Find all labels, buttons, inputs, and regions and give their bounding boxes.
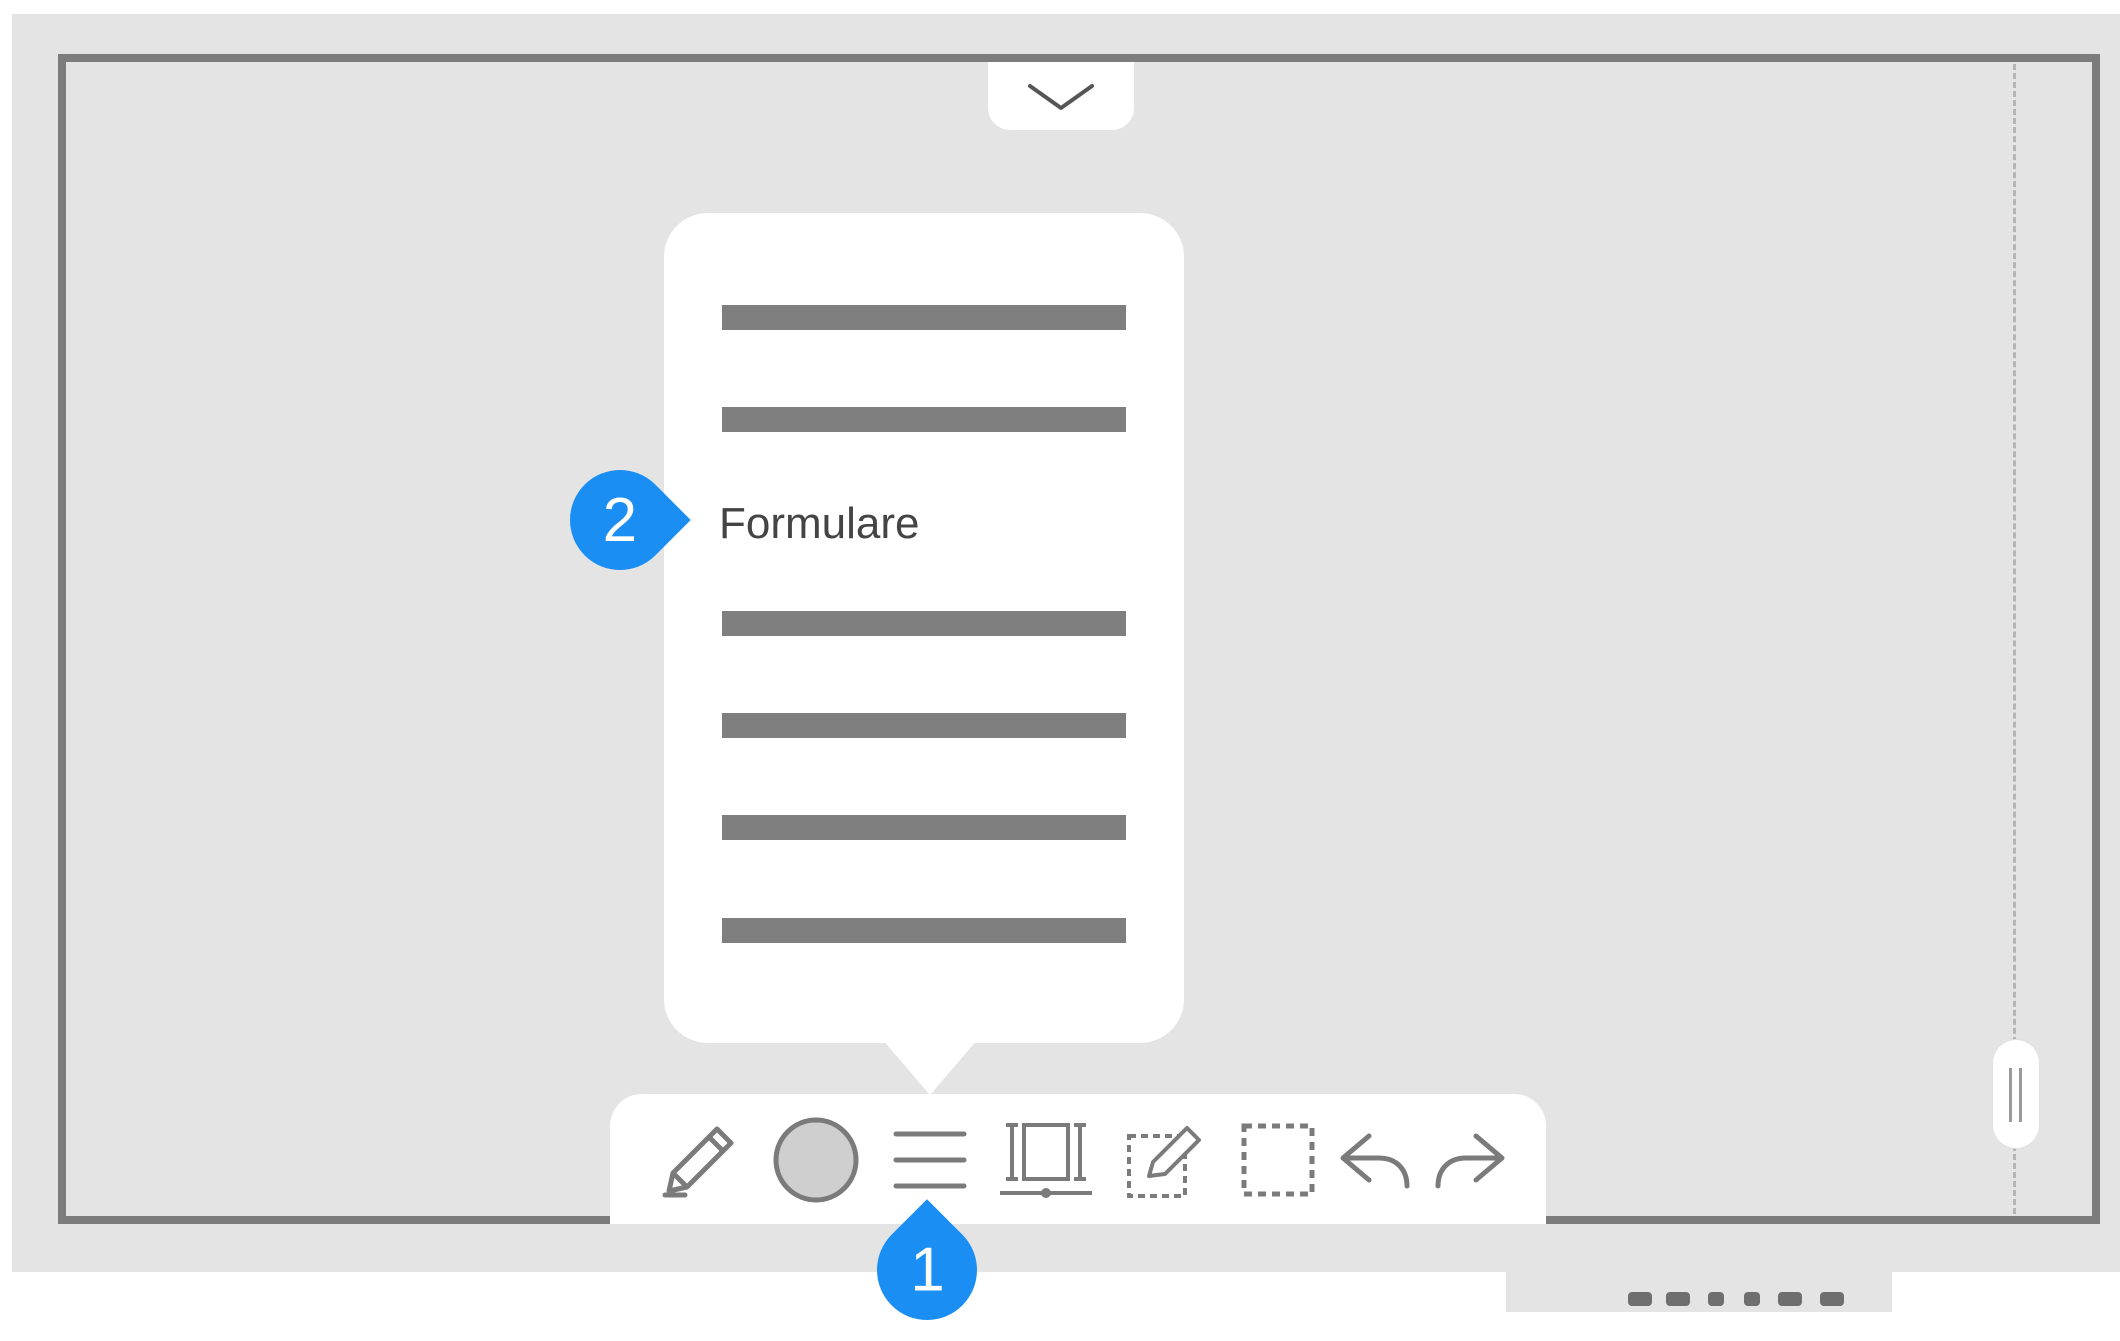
pen-tool-button[interactable] [650, 1110, 750, 1210]
menu-item-redacted[interactable] [722, 713, 1126, 738]
page-indicator-dot [1820, 1292, 1844, 1306]
redo-icon [1435, 1133, 1505, 1189]
popup-pointer [870, 1025, 990, 1095]
page-indicator-dot [1744, 1292, 1760, 1306]
callout-number: 2 [602, 485, 638, 555]
page-width-button[interactable] [993, 1110, 1099, 1210]
edit-page-button[interactable] [1115, 1110, 1215, 1210]
undo-icon [1340, 1133, 1410, 1189]
edit-page-icon [1127, 1126, 1201, 1198]
callout-number: 1 [909, 1235, 945, 1305]
menu-item-redacted[interactable] [722, 918, 1126, 943]
grip-line [2019, 1068, 2022, 1122]
menu-item-redacted[interactable] [722, 407, 1126, 432]
color-picker-button[interactable] [766, 1110, 866, 1210]
menu-item-redacted[interactable] [722, 611, 1126, 636]
menu-item-formulare[interactable]: Formulare [719, 494, 920, 554]
menu-item-redacted[interactable] [722, 305, 1126, 330]
collapse-panel-button[interactable] [988, 62, 1134, 130]
bottom-panel-tab[interactable] [1506, 1272, 1892, 1312]
pencil-icon [662, 1126, 734, 1198]
color-circle-icon [773, 1117, 859, 1203]
menu-item-redacted[interactable] [722, 815, 1126, 840]
grip-line [2009, 1068, 2012, 1122]
selection-icon [1241, 1123, 1315, 1197]
page-indicator-dot [1666, 1292, 1690, 1306]
chevron-down-icon [1028, 84, 1094, 110]
undo-button[interactable] [1330, 1110, 1420, 1210]
page-indicator-dot [1708, 1292, 1724, 1306]
menu-button[interactable] [880, 1110, 980, 1210]
side-scroll-handle[interactable] [1993, 1040, 2039, 1148]
page-indicator-dot [1628, 1292, 1652, 1306]
page-indicator-dot [1778, 1292, 1802, 1306]
page-width-icon [1000, 1123, 1092, 1198]
redo-button[interactable] [1425, 1110, 1515, 1210]
hamburger-menu-icon [893, 1131, 967, 1189]
select-button[interactable] [1228, 1110, 1328, 1210]
